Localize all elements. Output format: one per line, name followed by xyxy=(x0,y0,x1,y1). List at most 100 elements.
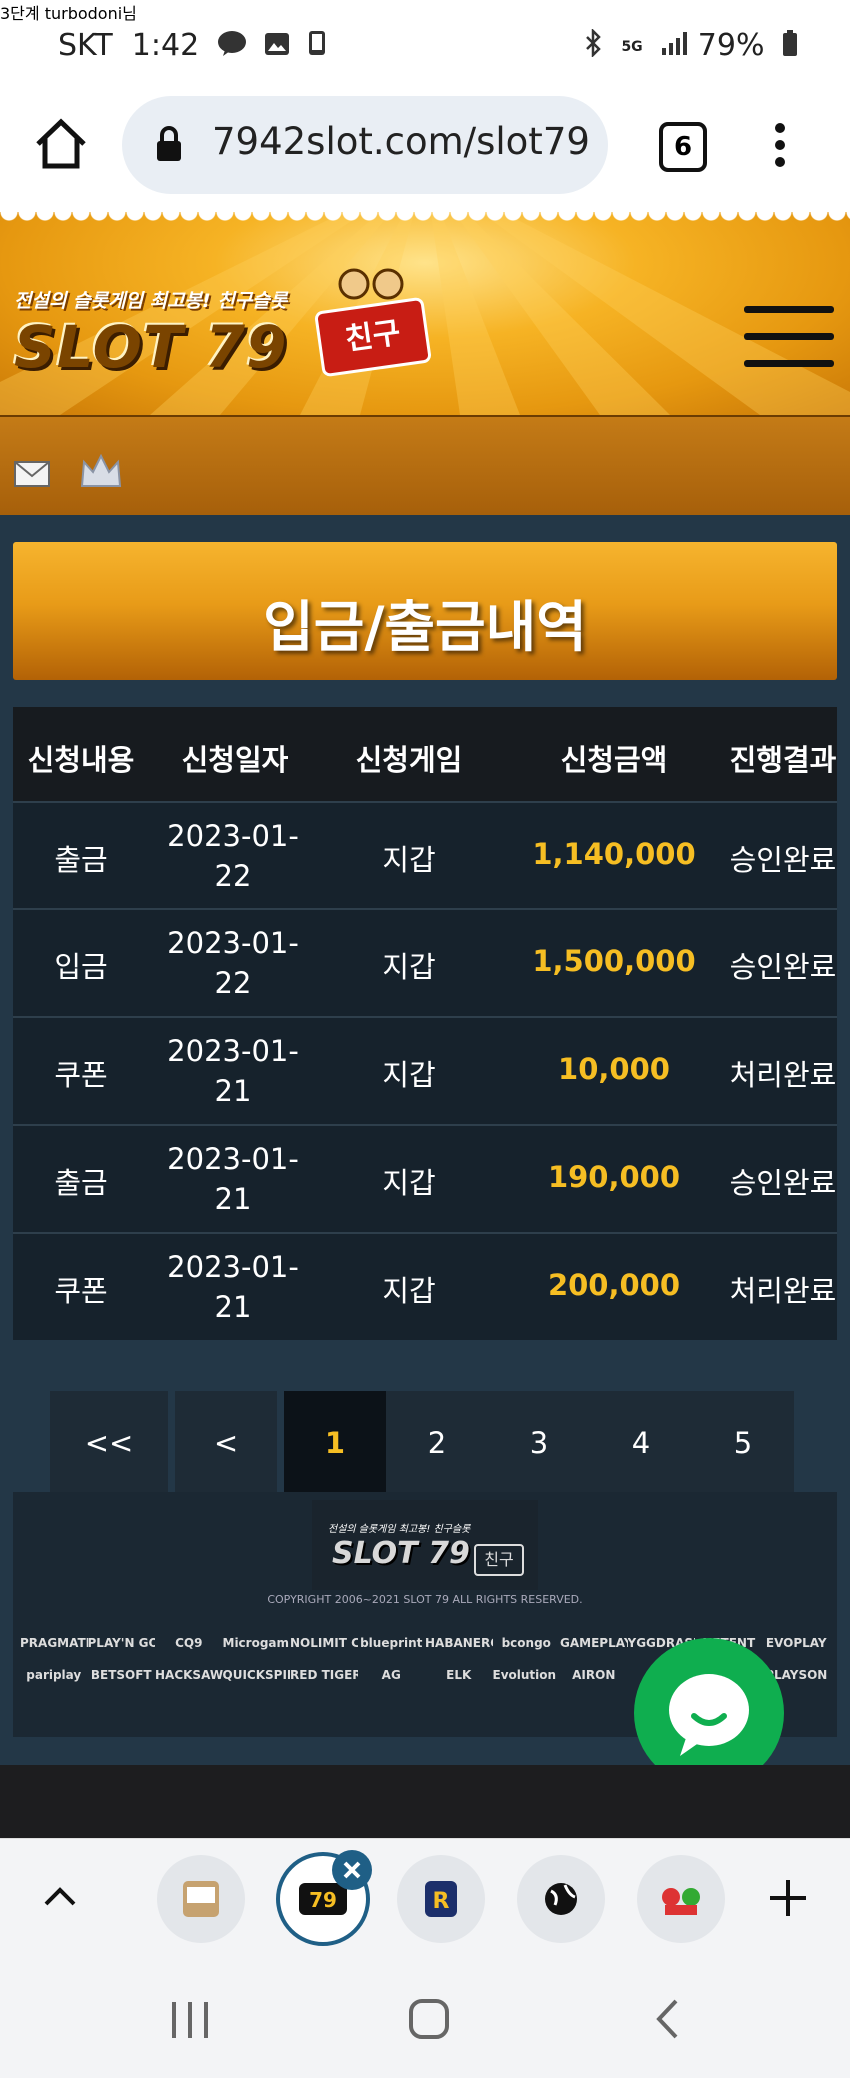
svg-text:79: 79 xyxy=(309,1888,337,1912)
talk-icon xyxy=(217,29,247,64)
footer-logo-tagline: 전설의 슬롯게임 최고봉! 친구슬롯 xyxy=(328,1524,471,1535)
battery-icon xyxy=(782,29,798,65)
cell-game: 지갑 xyxy=(382,843,436,877)
cell-date: 2023-01- 22 xyxy=(167,926,299,1000)
new-tab-icon[interactable] xyxy=(768,1878,808,1922)
cell-amount: 10,000 xyxy=(558,1052,670,1086)
site-logo[interactable]: 전설의 슬롯게임 최고봉! 친구슬롯 SLOT 79 친구 xyxy=(14,268,434,381)
cell-type: 입금 xyxy=(54,950,108,984)
provider-logo: Microgaming xyxy=(222,1636,291,1650)
pager-page-4[interactable]: 4 xyxy=(590,1391,692,1495)
table-row[interactable]: 쿠폰 2023-01- 21 지갑 10,000 처리완료 xyxy=(13,1016,837,1124)
provider-logo: ELK xyxy=(446,1668,472,1682)
cell-amount: 1,140,000 xyxy=(532,837,696,871)
chevron-up-icon[interactable] xyxy=(42,1882,78,1914)
provider-logo: bcongo xyxy=(501,1636,551,1650)
provider-logo: AG xyxy=(381,1668,401,1682)
tab-globe-icon[interactable] xyxy=(517,1855,605,1943)
tab-switcher-button[interactable]: 6 xyxy=(659,122,707,172)
cell-amount: 190,000 xyxy=(547,1160,681,1194)
cell-type: 쿠폰 xyxy=(54,1058,108,1092)
footer-logo-text: SLOT 79 xyxy=(332,1536,470,1571)
cell-result: 승인완료 xyxy=(729,950,837,984)
cell-game: 지갑 xyxy=(382,1058,436,1092)
mail-icon[interactable] xyxy=(14,460,50,492)
footer-logo-badge: 친구 xyxy=(474,1544,524,1576)
url-text[interactable]: 7942slot.com/slot79 xyxy=(212,120,592,163)
pager-page-1[interactable]: 1 xyxy=(284,1391,386,1495)
table-header: 신청내용 신청일자 신청게임 신청금액 진행결과 xyxy=(13,707,837,801)
table-row[interactable]: 출금 2023-01- 21 지갑 190,000 승인완료 xyxy=(13,1124,837,1232)
provider-logo: AIRON xyxy=(572,1668,616,1682)
cell-amount: 200,000 xyxy=(547,1268,681,1302)
pager-first-button[interactable]: << xyxy=(50,1391,168,1495)
cell-type: 쿠폰 xyxy=(54,1274,108,1308)
provider-logo: HACKSAW GAMING xyxy=(155,1668,223,1682)
col-header-amount: 신청금액 xyxy=(560,743,668,777)
provider-logo: CQ9 xyxy=(175,1636,203,1650)
provider-logo: HABANERO xyxy=(425,1636,493,1650)
cell-type: 출금 xyxy=(54,1166,108,1200)
cell-date: 2023-01- 22 xyxy=(167,819,299,893)
cell-result: 승인완료 xyxy=(729,843,837,877)
provider-logo: BETSOFT xyxy=(90,1668,152,1682)
table-row[interactable]: 출금 2023-01- 22 지갑 1,140,000 승인완료 xyxy=(13,801,837,909)
page-title-banner: 입금/출금내역 xyxy=(13,542,837,680)
provider-logo: QUICKSPIN xyxy=(222,1668,291,1682)
back-nav-icon[interactable] xyxy=(654,1998,680,2044)
cell-date: 2023-01- 21 xyxy=(167,1142,299,1216)
cell-result: 처리완료 xyxy=(729,1058,837,1092)
lock-icon xyxy=(154,125,184,167)
cell-date: 2023-01- 21 xyxy=(167,1034,299,1108)
cell-game: 지갑 xyxy=(382,950,436,984)
logo-text: SLOT 79 xyxy=(14,313,288,381)
crown-icon xyxy=(80,453,122,492)
cell-game: 지갑 xyxy=(382,1166,436,1200)
cell-result: 승인완료 xyxy=(729,1166,837,1200)
provider-logo: PLAY'N GO xyxy=(87,1636,156,1650)
table-row[interactable]: 입금 2023-01- 22 지갑 1,500,000 승인완료 xyxy=(13,908,837,1016)
home-icon[interactable] xyxy=(34,118,88,174)
image-icon xyxy=(264,29,290,64)
network-type: 5G xyxy=(621,38,643,55)
status-left: SKT 1:42 xyxy=(58,28,326,64)
user-greeting: 3단계 turbodoni님 xyxy=(0,4,137,23)
copyright-text: COPYRIGHT 2006~2021 SLOT 79 ALL RIGHTS R… xyxy=(267,1593,583,1606)
bluetooth-icon xyxy=(582,27,604,65)
header-scallop-trim xyxy=(0,212,850,230)
pager-prev-button[interactable]: < xyxy=(175,1391,277,1495)
user-bar xyxy=(0,415,850,521)
col-header-type: 신청내용 xyxy=(27,743,135,777)
col-header-date: 신청일자 xyxy=(181,743,289,777)
recent-apps-icon[interactable] xyxy=(170,2002,212,2042)
footer-logo: 전설의 슬롯게임 최고봉! 친구슬롯 SLOT 79 친구 xyxy=(312,1500,538,1590)
logo-mascot-icon xyxy=(332,264,412,312)
battery-percent: 79% xyxy=(697,28,765,63)
cell-amount: 1,500,000 xyxy=(532,944,696,978)
close-tab-icon[interactable] xyxy=(332,1850,372,1890)
tab-slot-machine-icon[interactable] xyxy=(157,1855,245,1943)
pager-page-2[interactable]: 2 xyxy=(386,1391,488,1495)
col-header-result: 진행결과 xyxy=(729,743,837,777)
page-bottom-band xyxy=(0,1765,850,1838)
more-menu-icon[interactable] xyxy=(772,122,788,172)
status-right: 5G 79% xyxy=(574,27,798,65)
pager-page-5[interactable]: 5 xyxy=(692,1391,794,1495)
tab-r-icon[interactable]: R xyxy=(397,1855,485,1943)
cell-game: 지갑 xyxy=(382,1274,436,1308)
provider-logo: RED TIGER xyxy=(290,1668,358,1682)
home-nav-icon[interactable] xyxy=(408,1998,450,2044)
col-header-game: 신청게임 xyxy=(355,743,463,777)
hamburger-menu-icon[interactable] xyxy=(744,306,834,368)
table-row[interactable]: 쿠폰 2023-01- 21 지갑 200,000 처리완료 xyxy=(13,1232,837,1340)
provider-logo: pariplay xyxy=(26,1668,82,1682)
svg-text:R: R xyxy=(433,1889,450,1914)
clock: 1:42 xyxy=(131,28,200,63)
carrier: SKT xyxy=(58,28,113,63)
pager-page-3[interactable]: 3 xyxy=(488,1391,590,1495)
cell-result: 처리완료 xyxy=(729,1274,837,1308)
provider-logo: PRAGMATIC PLAY xyxy=(20,1636,88,1650)
tab-characters-icon[interactable] xyxy=(637,1855,725,1943)
signal-icon xyxy=(660,29,688,64)
provider-logo: NOLIMIT CITY xyxy=(290,1636,358,1650)
